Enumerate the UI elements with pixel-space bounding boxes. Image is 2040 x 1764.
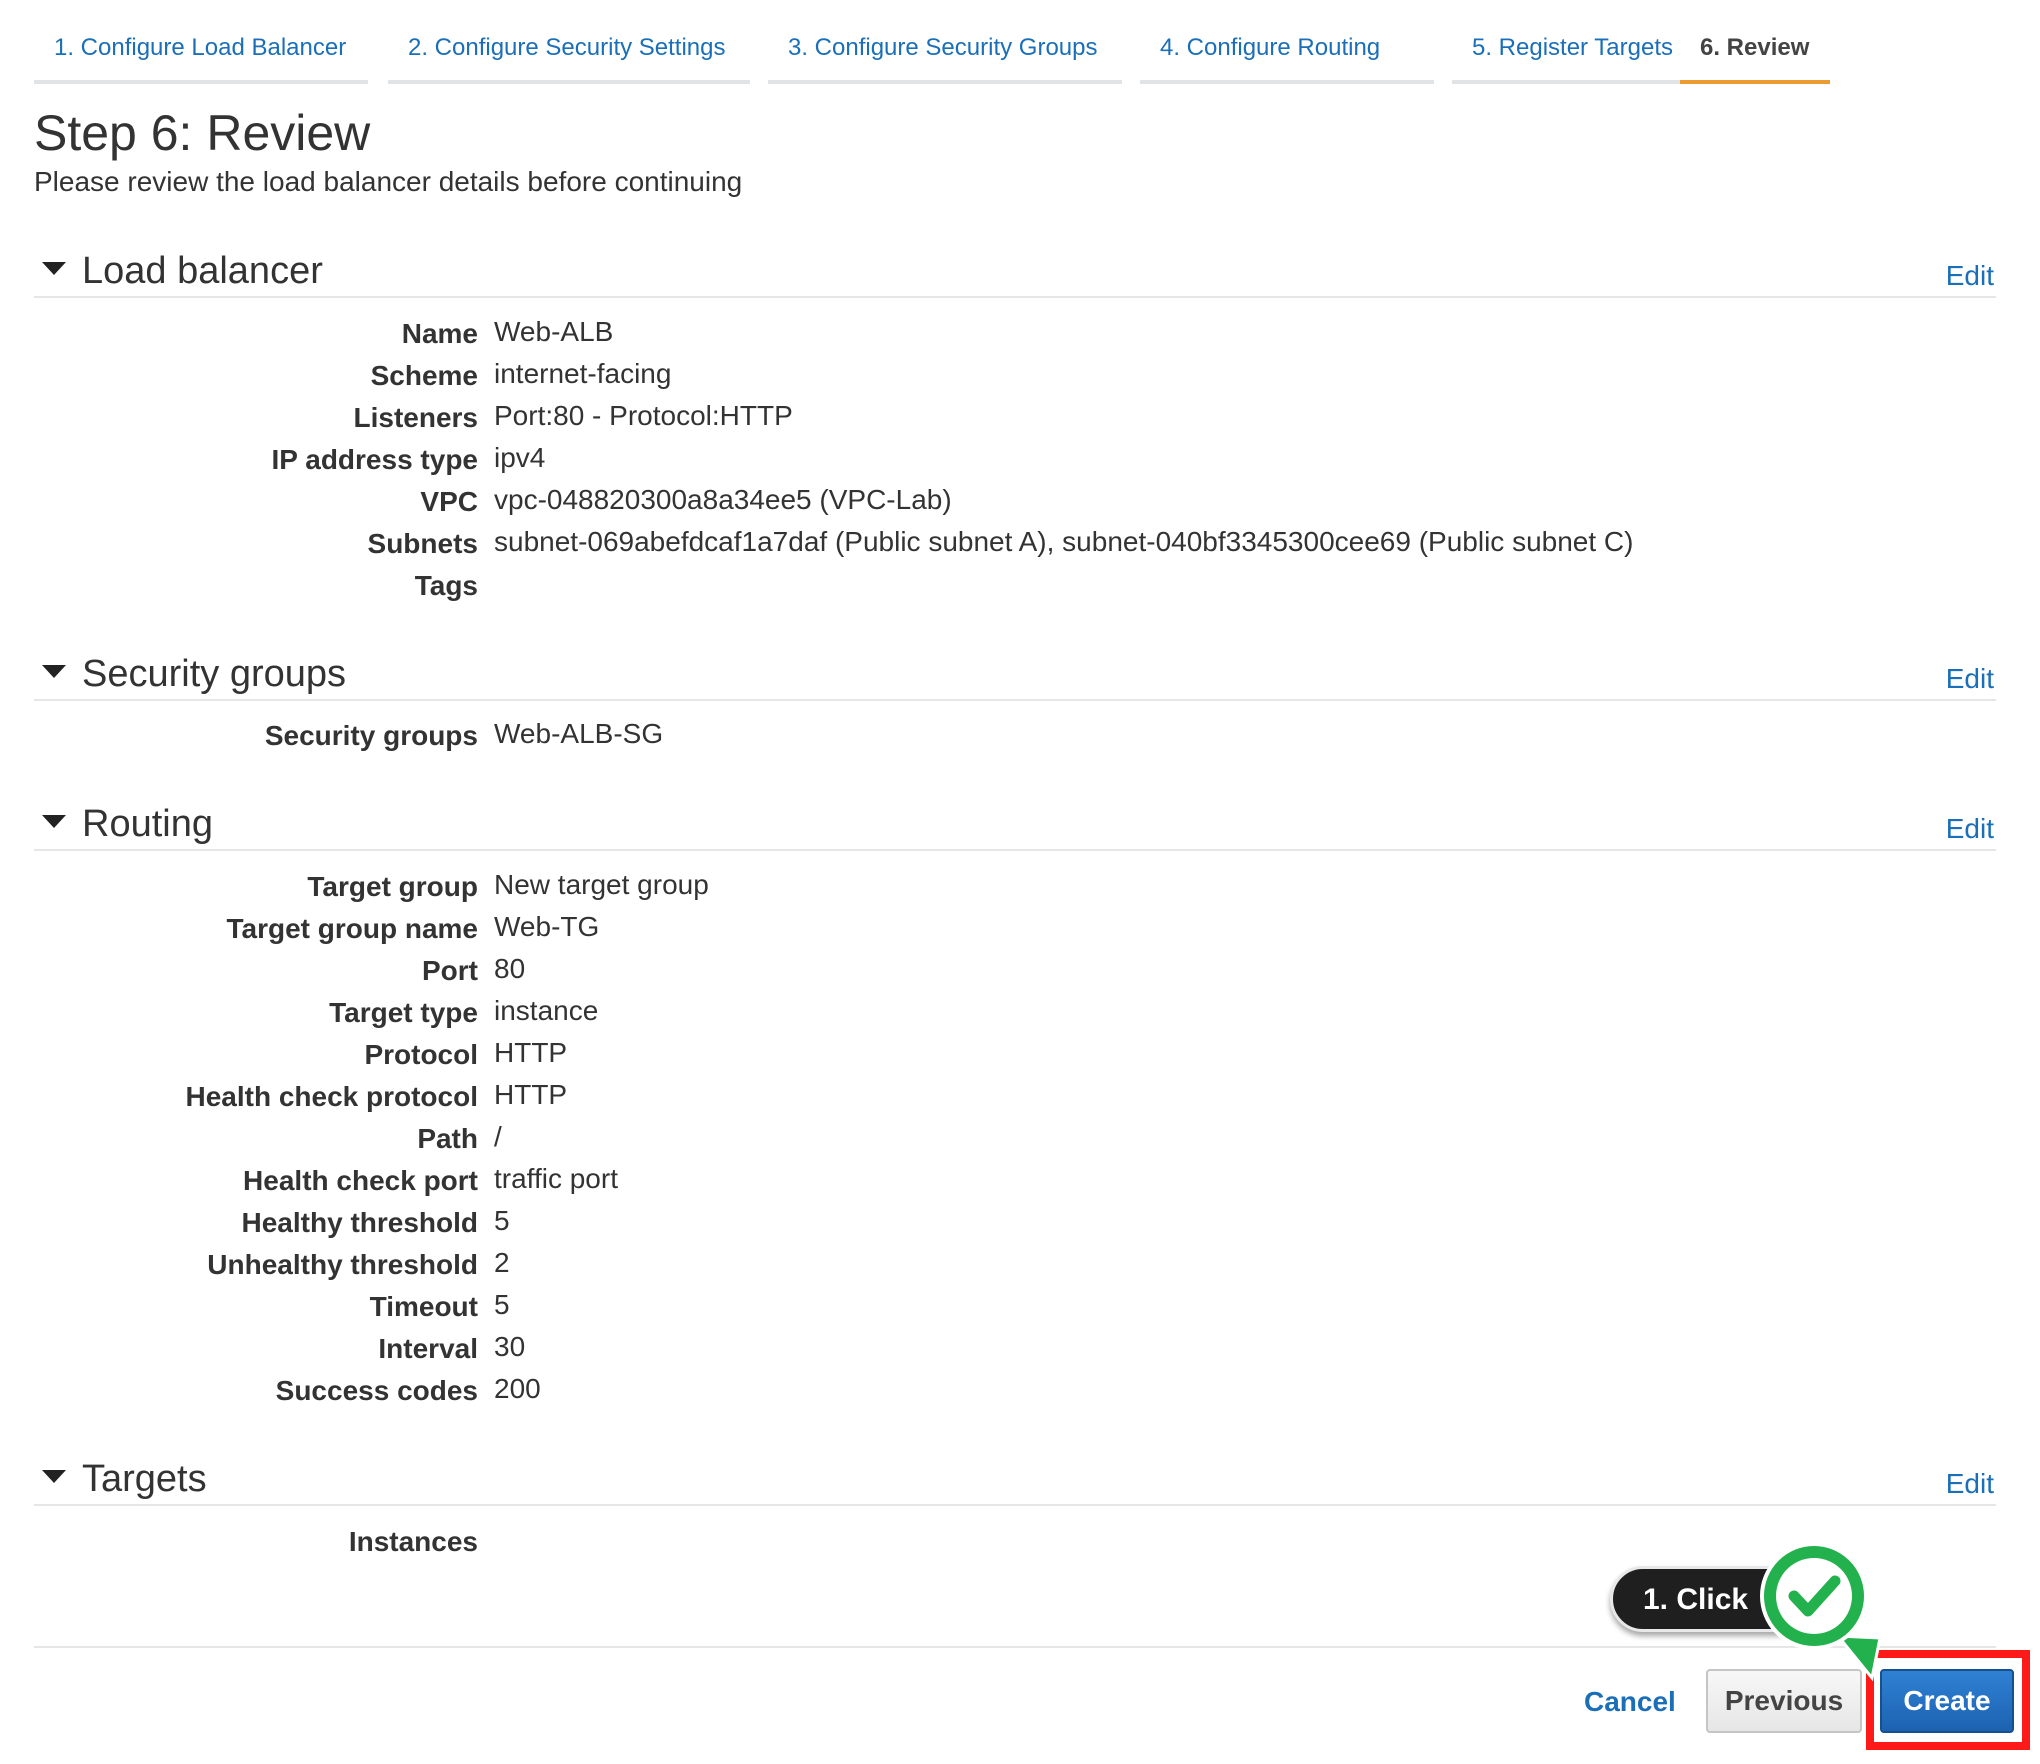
detail-row-unhealthy-threshold: Unhealthy threshold 2: [34, 1247, 1934, 1289]
tab-configure-load-balancer[interactable]: 1. Configure Load Balancer: [34, 0, 368, 84]
tab-label: 4. Configure Routing: [1160, 34, 1381, 61]
detail-row-name: Name Web-ALB: [34, 316, 1934, 358]
detail-value: HTTP: [494, 1037, 568, 1068]
detail-label: IP address type: [271, 444, 478, 475]
wizard-steps: 1. Configure Load Balancer 2. Configure …: [34, 0, 1834, 84]
detail-label: Target group name: [226, 913, 478, 944]
detail-value: 2: [494, 1247, 510, 1278]
caret-down-icon[interactable]: [42, 1470, 66, 1483]
detail-label: Scheme: [370, 360, 478, 391]
detail-label: Health check protocol: [185, 1081, 478, 1112]
detail-value: Web-TG: [494, 911, 600, 942]
detail-label: Tags: [414, 570, 478, 601]
detail-value: 5: [494, 1289, 510, 1320]
detail-row-target-group: Target group New target group: [34, 869, 1934, 911]
detail-value: /: [494, 1121, 502, 1152]
section-header-targets: Targets Edit: [34, 1450, 1996, 1506]
detail-value: 5: [494, 1205, 510, 1236]
detail-label: Target type: [329, 997, 478, 1028]
section-header-load-balancer: Load balancer Edit: [34, 242, 1996, 298]
detail-value: New target group: [494, 869, 709, 900]
detail-row-interval: Interval 30: [34, 1331, 1934, 1373]
tab-register-targets[interactable]: 5. Register Targets: [1452, 0, 1692, 84]
detail-value: Web-ALB-SG: [494, 718, 664, 749]
tab-review[interactable]: 6. Review: [1680, 0, 1830, 84]
detail-row-target-type: Target type instance: [34, 995, 1934, 1037]
callout-text: 1. Click: [1643, 1583, 1749, 1616]
tab-configure-security-settings[interactable]: 2. Configure Security Settings: [388, 0, 750, 84]
detail-value: 200: [494, 1373, 541, 1404]
section-title: Security groups: [82, 653, 347, 695]
edit-security-groups-link[interactable]: Edit: [1946, 663, 1994, 695]
detail-row-instances: Instances: [34, 1526, 1934, 1566]
detail-label: Subnets: [367, 528, 478, 559]
detail-label: Path: [417, 1123, 478, 1154]
footer-divider: [34, 1646, 1996, 1648]
detail-row-scheme: Scheme internet-facing: [34, 358, 1934, 400]
cancel-link[interactable]: Cancel: [1584, 1686, 1676, 1718]
detail-row-ip-address-type: IP address type ipv4: [34, 442, 1934, 484]
caret-down-icon[interactable]: [42, 665, 66, 678]
detail-row-healthy-threshold: Healthy threshold 5: [34, 1205, 1934, 1247]
caret-down-icon[interactable]: [42, 815, 66, 828]
detail-row-port: Port 80: [34, 953, 1934, 995]
detail-row-subnets: Subnets subnet-069abefdcaf1a7daf (Public…: [34, 526, 1934, 568]
section-header-routing: Routing Edit: [34, 795, 1996, 851]
detail-label: Name: [401, 318, 478, 349]
check-circle-icon: [1760, 1542, 1882, 1682]
detail-row-protocol: Protocol HTTP: [34, 1037, 1934, 1079]
detail-value: 80: [494, 953, 526, 984]
detail-row-vpc: VPC vpc-048820300a8a34ee5 (VPC-Lab): [34, 484, 1934, 526]
detail-value: 30: [494, 1331, 526, 1362]
detail-value: ipv4: [494, 442, 546, 473]
detail-row-health-check-port: Health check port traffic port: [34, 1163, 1934, 1205]
detail-label: Success codes: [275, 1375, 478, 1406]
detail-label: Security groups: [264, 720, 478, 751]
detail-value: traffic port: [494, 1163, 618, 1194]
tab-label: 6. Review: [1700, 34, 1810, 61]
detail-label: Listeners: [353, 402, 479, 433]
edit-routing-link[interactable]: Edit: [1946, 813, 1994, 845]
detail-value: instance: [494, 995, 599, 1026]
caret-down-icon[interactable]: [42, 262, 66, 275]
edit-load-balancer-link[interactable]: Edit: [1946, 260, 1994, 292]
detail-value: Port:80 - Protocol:HTTP: [494, 400, 793, 431]
section-title: Load balancer: [82, 250, 323, 292]
page-subtitle: Please review the load balancer details …: [34, 166, 743, 197]
detail-label: Protocol: [364, 1039, 478, 1070]
tab-label: 1. Configure Load Balancer: [54, 34, 347, 61]
detail-row-path: Path /: [34, 1121, 1934, 1163]
detail-row-target-group-name: Target group name Web-TG: [34, 911, 1934, 953]
detail-row-health-check-protocol: Health check protocol HTTP: [34, 1079, 1934, 1121]
tab-label: 2. Configure Security Settings: [408, 34, 726, 61]
detail-value: subnet-069abefdcaf1a7daf (Public subnet …: [494, 526, 1634, 557]
detail-row-listeners: Listeners Port:80 - Protocol:HTTP: [34, 400, 1934, 442]
detail-label: Interval: [378, 1333, 478, 1364]
detail-label: VPC: [420, 486, 478, 517]
tab-label: 3. Configure Security Groups: [788, 34, 1098, 61]
detail-row-success-codes: Success codes 200: [34, 1373, 1934, 1415]
edit-targets-link[interactable]: Edit: [1946, 1468, 1994, 1500]
detail-label: Health check port: [243, 1165, 478, 1196]
section-header-security-groups: Security groups Edit: [34, 645, 1996, 701]
detail-value: vpc-048820300a8a34ee5 (VPC-Lab): [494, 484, 952, 515]
tab-configure-security-groups[interactable]: 3. Configure Security Groups: [768, 0, 1122, 84]
detail-row-security-groups: Security groups Web-ALB-SG: [34, 718, 1934, 760]
detail-label: Target group: [307, 871, 478, 902]
detail-row-timeout: Timeout 5: [34, 1289, 1934, 1331]
tab-configure-routing[interactable]: 4. Configure Routing: [1140, 0, 1434, 84]
page-title: Step 6: Review: [34, 105, 371, 161]
detail-row-tags: Tags: [34, 570, 1934, 610]
detail-label: Unhealthy threshold: [207, 1249, 478, 1280]
section-title: Routing: [82, 803, 213, 845]
detail-value: HTTP: [494, 1079, 568, 1110]
detail-label: Instances: [348, 1526, 478, 1557]
detail-label: Timeout: [369, 1291, 478, 1322]
detail-label: Port: [422, 955, 478, 986]
detail-label: Healthy threshold: [241, 1207, 478, 1238]
detail-value: internet-facing: [494, 358, 672, 389]
tab-label: 5. Register Targets: [1472, 34, 1673, 61]
section-title: Targets: [82, 1458, 207, 1500]
detail-value: Web-ALB: [494, 316, 614, 347]
